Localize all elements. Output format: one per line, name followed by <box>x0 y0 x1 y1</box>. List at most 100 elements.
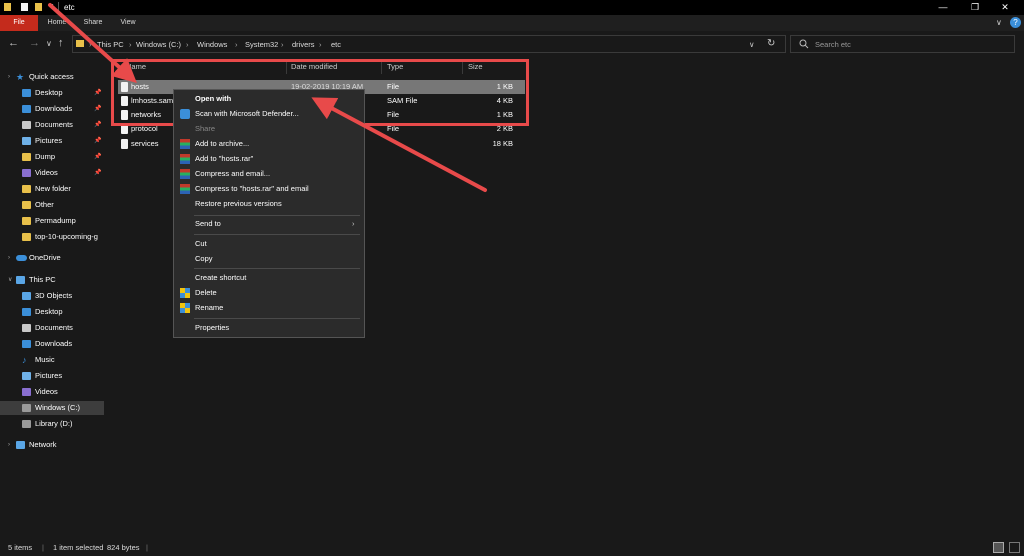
uac-shield-icon <box>180 303 190 313</box>
column-divider[interactable] <box>381 62 382 74</box>
sidebar-item-windows-c[interactable]: Windows (C:) <box>0 401 104 415</box>
expand-icon[interactable]: › <box>8 70 10 84</box>
menu-item-add-to-archive[interactable]: Add to archive... <box>174 137 364 151</box>
sidebar-item-other[interactable]: Other <box>0 198 104 212</box>
search-box[interactable] <box>790 35 1015 53</box>
new-folder-icon[interactable] <box>35 3 42 11</box>
menu-item-create-shortcut[interactable]: Create shortcut <box>174 271 364 285</box>
sidebar-item-pc-pictures[interactable]: Pictures <box>0 369 104 383</box>
sidebar-item-quick-access[interactable]: › ★ Quick access <box>0 70 104 84</box>
pin-icon: 📌 <box>94 170 102 176</box>
sidebar-item-downloads[interactable]: Downloads 📌 <box>0 102 104 116</box>
column-divider[interactable] <box>286 62 287 74</box>
column-header-type[interactable]: Type <box>387 60 403 74</box>
customize-toolbar-icon[interactable]: ∨ <box>49 2 54 10</box>
expand-ribbon-icon[interactable]: ∨ <box>996 18 1002 27</box>
tab-home[interactable]: Home <box>44 15 70 31</box>
menu-item-send-to[interactable]: Send to › <box>174 217 364 231</box>
uac-shield-icon <box>180 288 190 298</box>
search-input[interactable] <box>815 38 1005 50</box>
large-icons-view-icon[interactable] <box>1009 542 1020 553</box>
column-header-date-modified[interactable]: Date modified <box>291 60 337 74</box>
breadcrumb-chevron-icon[interactable]: › <box>281 40 284 49</box>
folder-icon <box>22 153 31 161</box>
menu-item-scan-defender[interactable]: Scan with Microsoft Defender... <box>174 107 364 121</box>
sidebar-item-label: Dump <box>35 152 56 161</box>
breadcrumb-this-pc[interactable]: This PC <box>97 40 124 49</box>
status-item-count: 5 items <box>8 543 33 552</box>
desktop-icon <box>22 308 31 316</box>
sidebar-item-documents[interactable]: Documents 📌 <box>0 118 104 132</box>
sidebar-item-new-folder[interactable]: New folder <box>0 182 104 196</box>
back-icon[interactable]: ← <box>8 37 19 49</box>
tab-view[interactable]: View <box>116 15 140 31</box>
forward-icon[interactable]: → <box>29 37 40 49</box>
column-header-name[interactable]: Name <box>126 60 146 74</box>
tab-file[interactable]: File <box>0 15 38 31</box>
address-dropdown-icon[interactable]: ∨ <box>749 40 755 49</box>
up-icon[interactable]: ↑ <box>58 37 64 49</box>
breadcrumb-windows-c[interactable]: Windows (C:) <box>136 40 181 49</box>
menu-item-compress-and-email[interactable]: Compress and email... <box>174 167 364 181</box>
menu-item-restore-previous[interactable]: Restore previous versions <box>174 197 364 211</box>
menu-item-copy[interactable]: Copy <box>174 252 364 266</box>
menu-item-delete[interactable]: Delete <box>174 286 364 300</box>
menu-item-add-to-hosts-rar[interactable]: Add to "hosts.rar" <box>174 152 364 166</box>
navigation-bar: ← → ∨ ↑ › This PC › Windows (C:) › Windo… <box>0 31 1024 57</box>
sidebar-item-this-pc[interactable]: ∨ This PC <box>0 273 104 287</box>
expand-icon[interactable]: › <box>8 438 10 452</box>
file-name: protocol <box>131 124 158 133</box>
sidebar-item-permadump[interactable]: Permadump <box>0 214 104 228</box>
column-header-size[interactable]: Size <box>468 60 483 74</box>
breadcrumb-chevron-icon[interactable]: › <box>186 40 189 49</box>
menu-item-share[interactable]: Share <box>174 122 364 136</box>
breadcrumb-drivers[interactable]: drivers <box>292 40 315 49</box>
pin-icon: 📌 <box>94 122 102 128</box>
sidebar-item-top-10[interactable]: top-10-upcoming-g <box>0 230 104 244</box>
refresh-icon[interactable]: ↻ <box>767 38 775 49</box>
sidebar-item-desktop[interactable]: Desktop 📌 <box>0 86 104 100</box>
maximize-icon[interactable]: ❐ <box>960 0 990 15</box>
menu-item-rename[interactable]: Rename <box>174 301 364 315</box>
close-icon[interactable]: ✕ <box>990 0 1020 15</box>
details-view-icon[interactable] <box>993 542 1004 553</box>
sidebar-item-label: Other <box>35 200 54 209</box>
properties-icon[interactable] <box>21 3 28 11</box>
sidebar-item-pc-downloads[interactable]: Downloads <box>0 337 104 351</box>
sidebar-item-music[interactable]: ♪ Music <box>0 353 104 367</box>
expand-icon[interactable]: › <box>8 251 10 265</box>
breadcrumb-chevron-icon[interactable]: › <box>319 40 322 49</box>
menu-item-cut[interactable]: Cut <box>174 237 364 251</box>
menu-item-open-with[interactable]: Open with <box>174 92 364 106</box>
sidebar-item-pictures[interactable]: Pictures 📌 <box>0 134 104 148</box>
help-icon[interactable]: ? <box>1010 17 1021 28</box>
menu-item-properties[interactable]: Properties <box>174 321 364 335</box>
sidebar-item-library-d[interactable]: Library (D:) <box>0 417 104 431</box>
sidebar-item-label: New folder <box>35 184 71 193</box>
navigation-pane: › ★ Quick access Desktop 📌 Downloads 📌 D… <box>0 57 104 540</box>
breadcrumb-chevron-icon[interactable]: › <box>89 40 92 49</box>
sidebar-item-3d-objects[interactable]: 3D Objects <box>0 289 104 303</box>
column-divider[interactable] <box>462 62 463 74</box>
tab-share[interactable]: Share <box>80 15 106 31</box>
minimize-icon[interactable]: — <box>928 0 958 15</box>
breadcrumb-chevron-icon[interactable]: › <box>129 40 132 49</box>
sidebar-item-pc-documents[interactable]: Documents <box>0 321 104 335</box>
menu-item-compress-hosts-email[interactable]: Compress to "hosts.rar" and email <box>174 182 364 196</box>
breadcrumb-system32[interactable]: System32 <box>245 40 278 49</box>
menu-item-label: Create shortcut <box>195 273 247 282</box>
sidebar-item-videos[interactable]: Videos 📌 <box>0 166 104 180</box>
sidebar-item-pc-videos[interactable]: Videos <box>0 385 104 399</box>
expand-icon[interactable]: ∨ <box>8 273 12 287</box>
breadcrumb-etc[interactable]: etc <box>331 40 341 49</box>
sidebar-item-pc-desktop[interactable]: Desktop <box>0 305 104 319</box>
recent-locations-icon[interactable]: ∨ <box>46 39 52 48</box>
breadcrumb-chevron-icon[interactable]: › <box>235 40 238 49</box>
sidebar-item-label: Windows (C:) <box>35 403 81 412</box>
sidebar-item-label: Documents <box>35 323 73 332</box>
sidebar-item-network[interactable]: › Network <box>0 438 104 452</box>
address-bar[interactable]: › This PC › Windows (C:) › Windows › Sys… <box>72 35 786 53</box>
breadcrumb-windows[interactable]: Windows <box>197 40 227 49</box>
sidebar-item-dump[interactable]: Dump 📌 <box>0 150 104 164</box>
sidebar-item-onedrive[interactable]: › OneDrive <box>0 251 104 265</box>
